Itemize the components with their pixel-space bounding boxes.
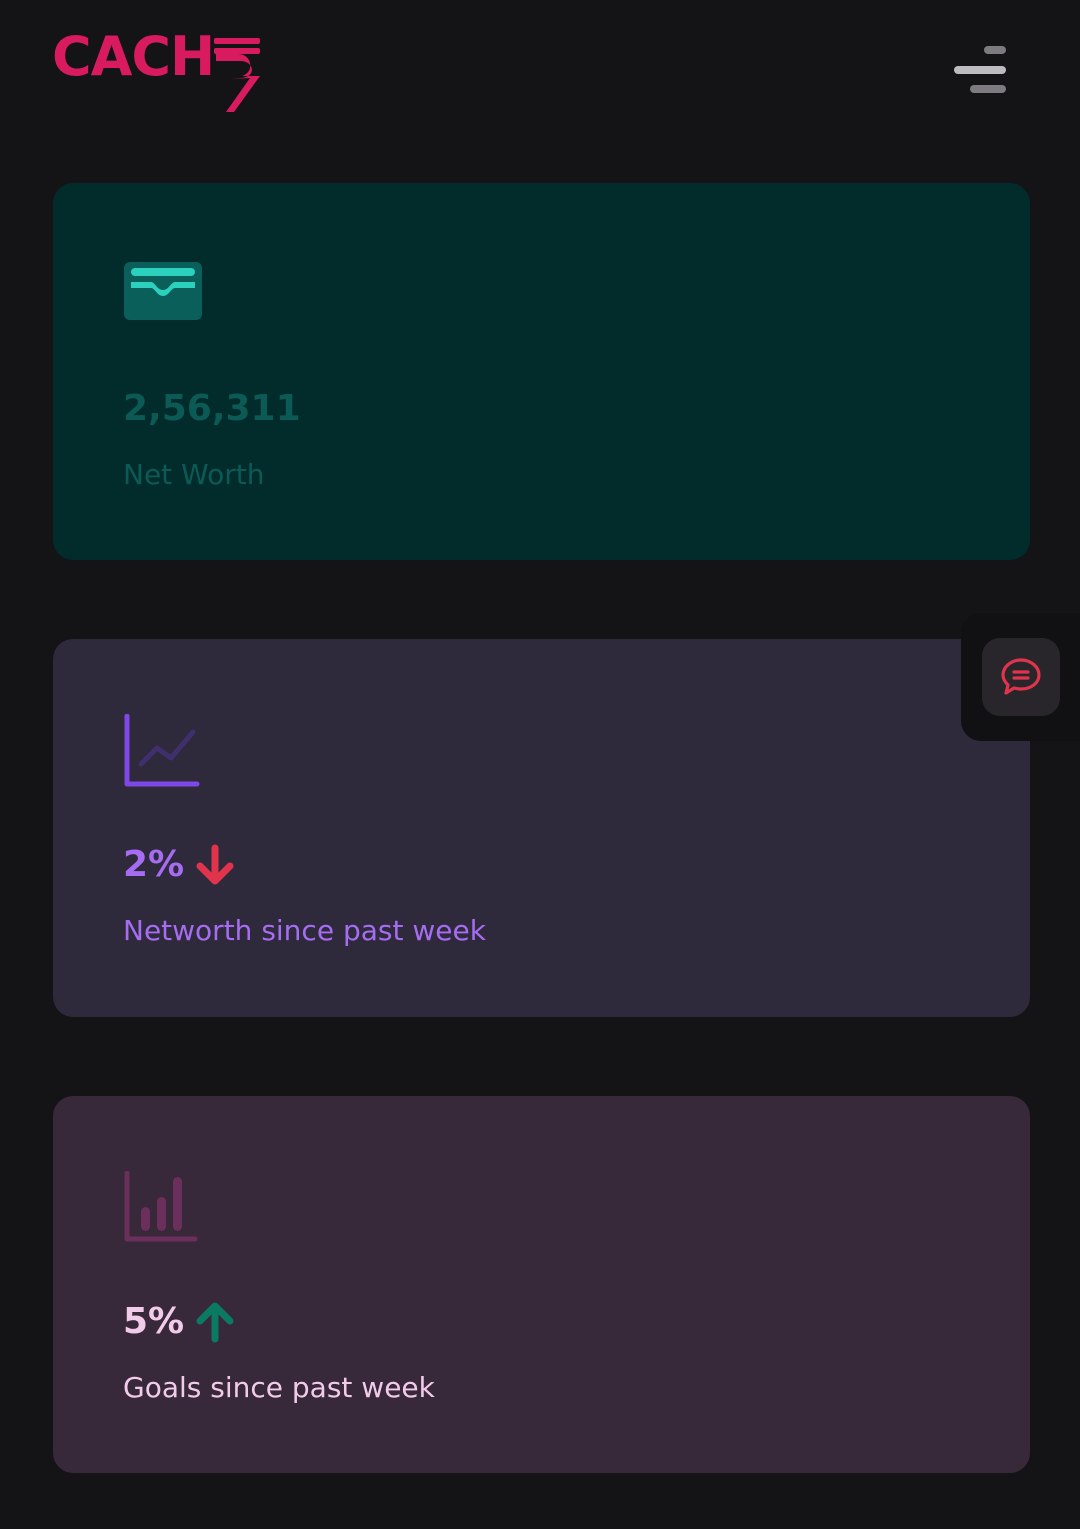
- net-worth-label: Net Worth: [123, 458, 265, 491]
- line-chart-icon: [124, 714, 200, 787]
- wallet-icon: [124, 262, 202, 320]
- arrow-down-icon: [196, 844, 234, 885]
- net-worth-card[interactable]: 2,56,311 Net Worth: [53, 183, 1030, 560]
- chat-dock: [961, 613, 1080, 741]
- chat-bubble-icon: [1001, 658, 1041, 695]
- goals-change-value: 5%: [123, 1300, 236, 1344]
- networth-change-value: 2%: [123, 843, 236, 887]
- goals-change-percent: 5%: [123, 1301, 185, 1342]
- networth-weekly-card[interactable]: 2% Networth since past week: [53, 639, 1030, 1017]
- app-logo[interactable]: CACH: [52, 26, 262, 116]
- logo-text: CACH: [52, 25, 215, 88]
- goals-weekly-card[interactable]: 5% Goals since past week: [53, 1096, 1030, 1473]
- arrow-up-icon: [196, 1302, 234, 1343]
- bar-chart-icon: [124, 1171, 198, 1242]
- chat-button[interactable]: [982, 638, 1060, 716]
- net-worth-amount: 2,56,311: [123, 388, 301, 429]
- networth-change-percent: 2%: [123, 844, 185, 885]
- hamburger-menu-icon: [954, 46, 1006, 93]
- goals-change-label: Goals since past week: [123, 1371, 435, 1404]
- rupee-logo-mark: [214, 38, 261, 112]
- net-worth-value: 2,56,311: [123, 387, 301, 431]
- networth-change-label: Networth since past week: [123, 914, 486, 947]
- menu-button[interactable]: [946, 40, 1016, 104]
